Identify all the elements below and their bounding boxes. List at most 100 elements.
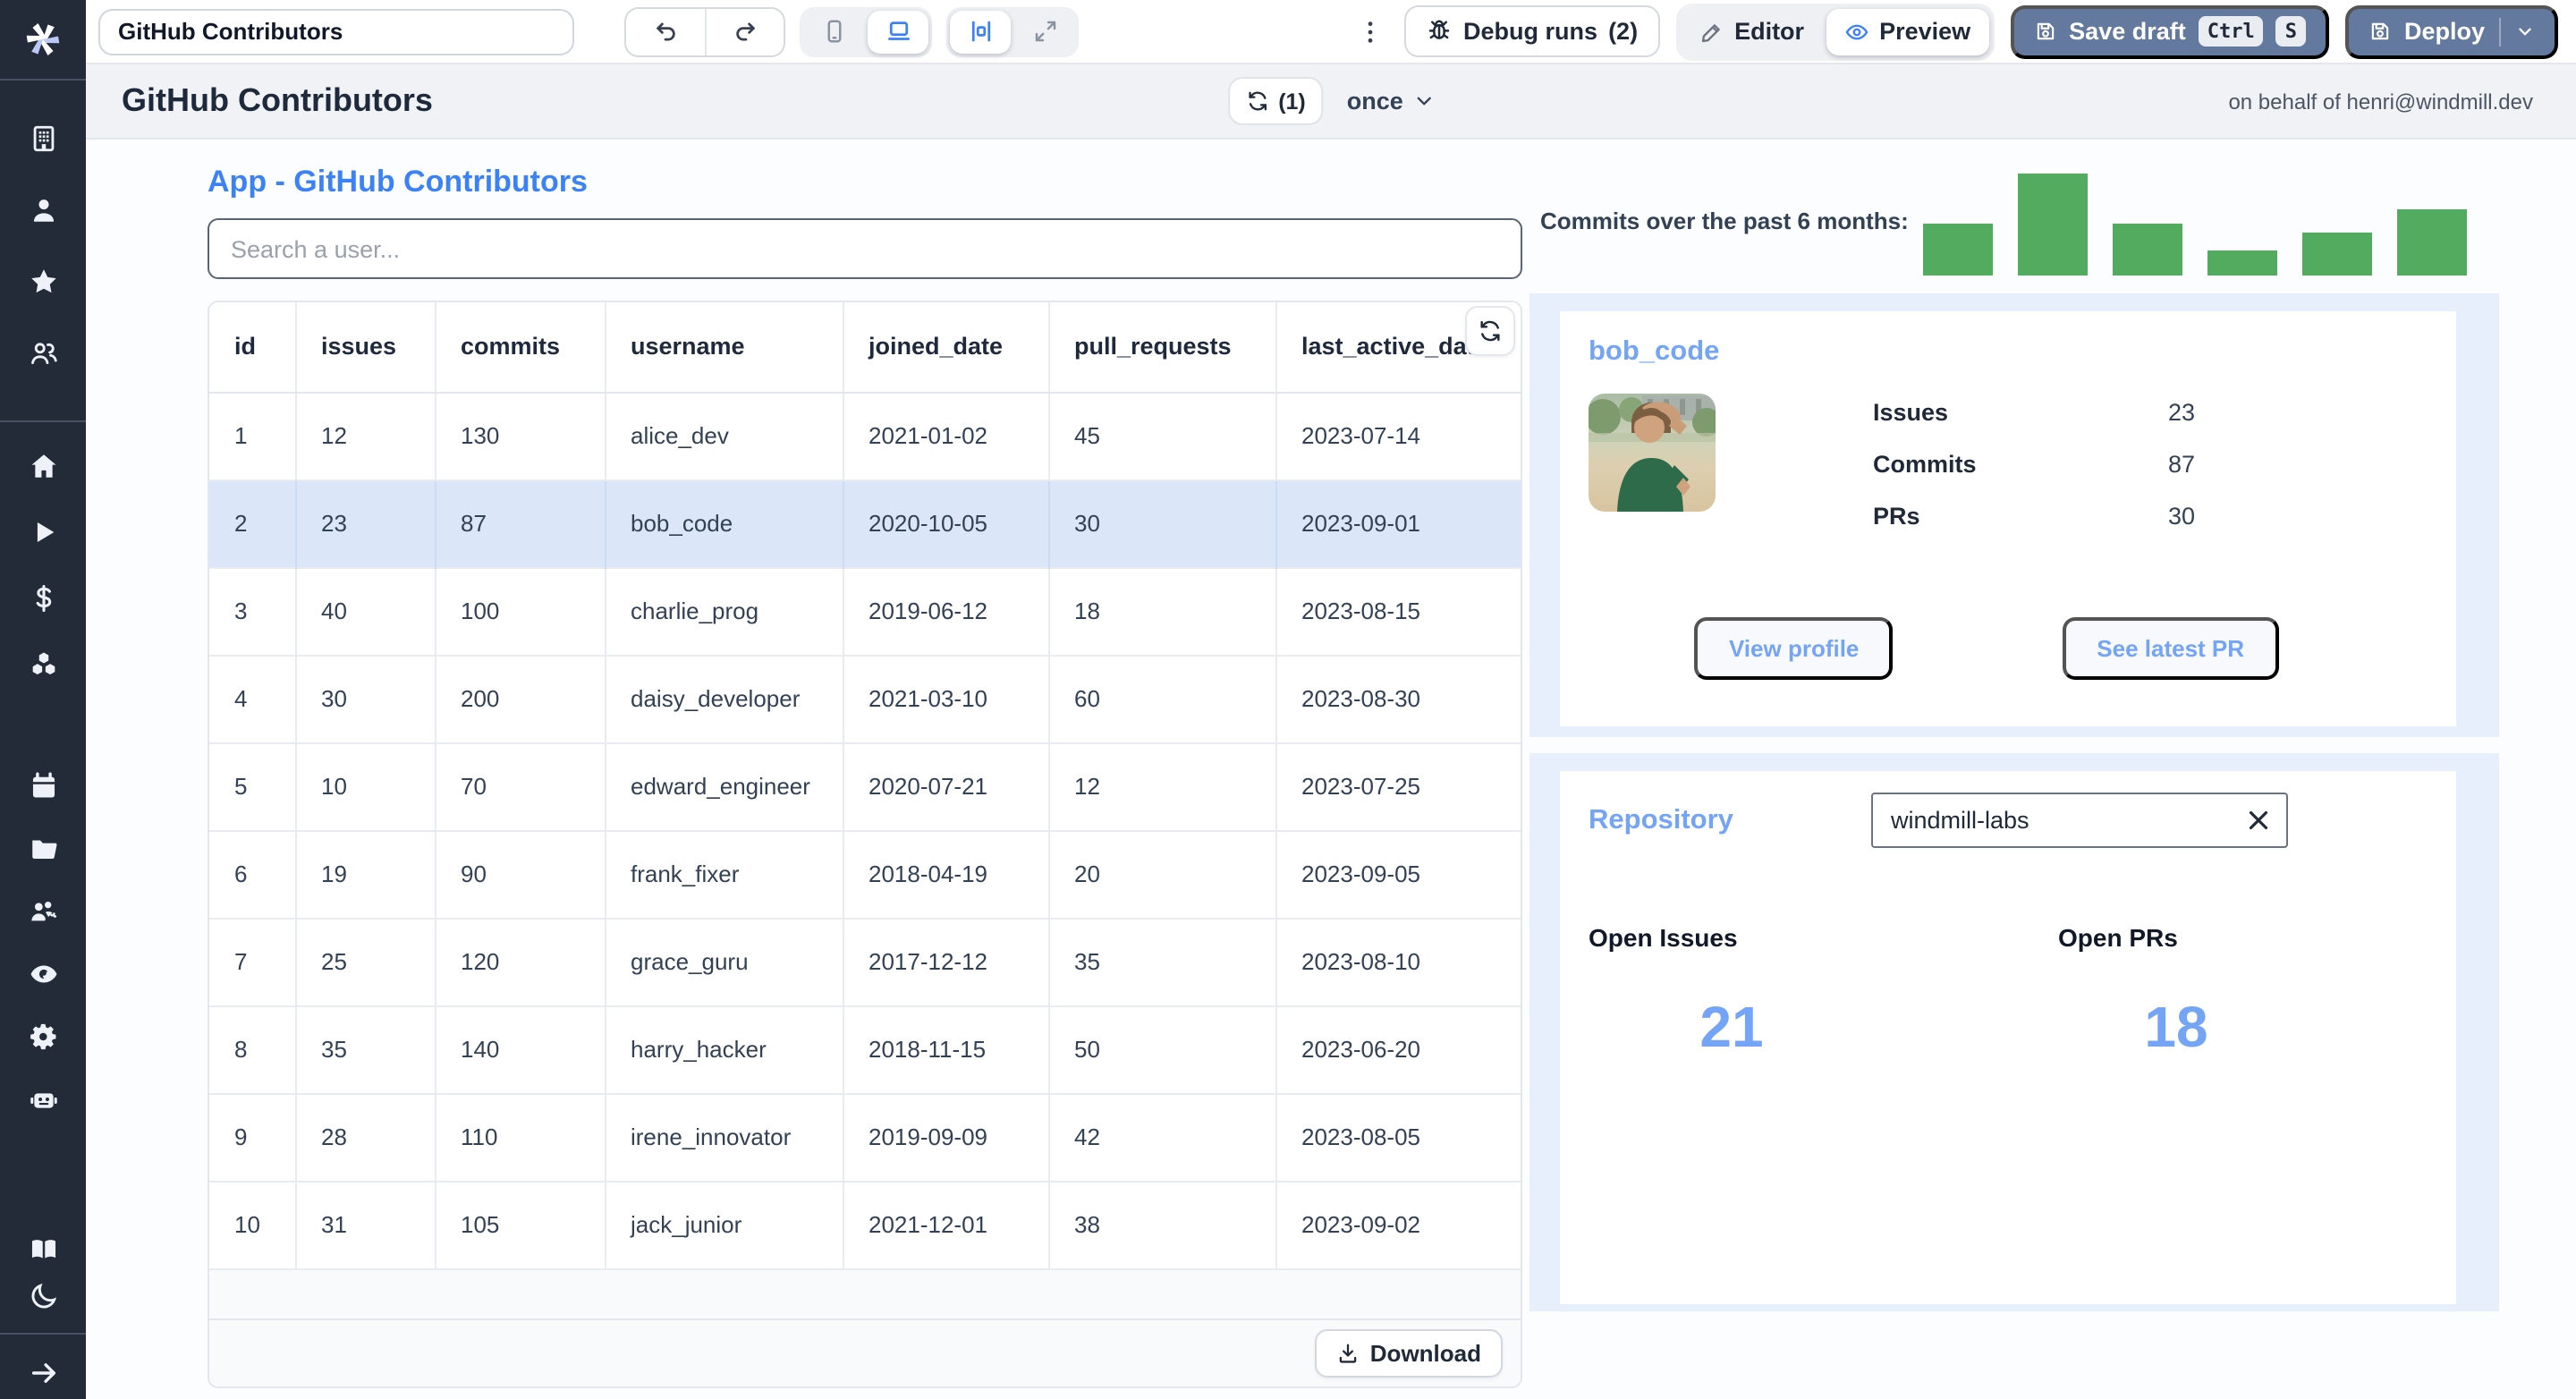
table-row[interactable]: 6 19 90 frank_fixer 2018-04-19 20 2023-09-05 [209, 829, 1521, 918]
sidebar-item-collapse-arrow[interactable] [0, 1345, 86, 1399]
redo-button[interactable] [705, 8, 784, 55]
column-header-username[interactable]: username [605, 302, 843, 393]
table-cell: 2021-12-01 [843, 1180, 1049, 1268]
editor-tab[interactable]: Editor [1681, 8, 1822, 55]
table-cell: bob_code [605, 479, 843, 567]
bug-icon [1428, 20, 1450, 39]
table-cell: harry_hacker [605, 1005, 843, 1093]
team-settings-icon [28, 896, 58, 927]
app-canvas: App - GitHub Contributors idissuescommit… [86, 140, 2576, 1399]
table-footer-spacer [209, 1268, 1521, 1318]
table-cell: 12 [1048, 742, 1276, 830]
column-header-id[interactable]: id [209, 302, 296, 393]
table-row[interactable]: 10 31 105 jack_junior 2021-12-01 38 2023-09-02 [209, 1180, 1521, 1268]
search-input[interactable] [208, 218, 1522, 279]
table-row[interactable]: 1 12 130 alice_dev 2021-01-02 45 2023-07-14 [209, 392, 1521, 479]
sidebar-item-team-settings[interactable] [0, 880, 86, 943]
table-row[interactable]: 7 25 120 grace_guru 2017-12-12 35 2023-08-10 [209, 917, 1521, 1005]
table-cell: 90 [435, 829, 606, 918]
table-cell: 23 [295, 479, 436, 567]
more-menu-button[interactable] [1356, 8, 1385, 55]
table-cell: 2020-10-05 [843, 479, 1049, 567]
download-button[interactable]: Download [1314, 1329, 1503, 1378]
sidebar-item-play[interactable] [0, 499, 86, 565]
refresh-schedule-select[interactable]: once [1347, 88, 1434, 114]
refresh-icon [1249, 91, 1267, 111]
sidebar-item-calendar[interactable] [0, 755, 86, 818]
phone-icon [826, 20, 841, 43]
windmill-logo[interactable] [0, 0, 86, 79]
sidebar-item-users[interactable] [0, 317, 86, 388]
sidebar-item-moon[interactable] [0, 1272, 86, 1318]
chart-bar [2302, 233, 2372, 276]
undo-button[interactable] [626, 8, 705, 55]
table-cell: 5 [209, 742, 296, 830]
save-icon [2036, 22, 2054, 40]
sidebar-item-gear[interactable] [0, 1005, 86, 1068]
table-header-row: id issues commits username joined_date pull_r… [209, 302, 1521, 393]
sidebar-item-star[interactable] [0, 245, 86, 317]
view-profile-button[interactable]: View profile [1694, 617, 1894, 680]
pencil-icon [1700, 23, 1719, 42]
sidebar-item-eye[interactable] [0, 943, 86, 1005]
open-issues-label: Open Issues [1589, 923, 1738, 952]
avatar-image [1589, 394, 1716, 512]
sidebar-item-building[interactable] [0, 102, 86, 174]
debug-runs-button[interactable]: Debug runs (2) [1404, 5, 1660, 57]
app-title-input[interactable] [98, 8, 574, 55]
table-cell: 2023-08-15 [1275, 566, 1521, 655]
clear-input-button[interactable] [2243, 805, 2274, 835]
table-refresh-button[interactable] [1465, 306, 1515, 356]
repository-input[interactable] [1871, 793, 2288, 848]
table-cell: 2019-06-12 [843, 566, 1049, 655]
editor-preview-segment: Editor Preview [1675, 3, 1995, 60]
mobile-view-toggle[interactable] [803, 10, 864, 53]
align-center-icon [970, 21, 990, 42]
table-cell: 28 [295, 1092, 436, 1181]
sidebar-item-book[interactable] [0, 1225, 86, 1272]
save-draft-button[interactable]: Save draft Ctrl S [2010, 4, 2329, 58]
contributors-table: id issues commits username joined_date pull_r… [208, 301, 1522, 1388]
open-issues-value: 21 [1699, 995, 1764, 1059]
preview-tab[interactable]: Preview [1826, 8, 1989, 55]
table-row[interactable]: 9 28 110 irene_innovator 2019-09-09 42 2023-08… [209, 1092, 1521, 1181]
column-header-joined_date[interactable]: joined_date [843, 302, 1049, 393]
sidebar-divider [0, 79, 86, 81]
column-header-pull_requests[interactable]: pull_requests [1048, 302, 1276, 393]
screenshot-root: Debug runs (2) Editor Preview [0, 0, 2576, 1399]
column-header-issues[interactable]: issues [295, 302, 436, 393]
chart-bar [1923, 224, 1993, 276]
sidebar-item-dollar[interactable] [0, 565, 86, 632]
table-cell: 130 [435, 392, 606, 479]
desktop-view-toggle[interactable] [868, 10, 928, 53]
table-cell: 100 [435, 566, 606, 655]
sidebar-item-cubes[interactable] [0, 632, 86, 698]
table-row[interactable]: 8 35 140 harry_hacker 2018-11-15 50 2023-06-20 [209, 1005, 1521, 1093]
kbd-ctrl: Ctrl [2198, 16, 2264, 47]
app-refresh-button[interactable]: (1) [1228, 77, 1324, 125]
button-divider [2499, 17, 2501, 46]
page-title: App - GitHub Contributors [208, 165, 588, 199]
table-cell: 2018-04-19 [843, 829, 1049, 918]
moon-icon [28, 1280, 58, 1310]
stat-label: Issues [1873, 399, 1949, 426]
table-row[interactable]: 2 23 87 bob_code 2020-10-05 30 2023-09-01 [209, 479, 1521, 567]
column-header-commits[interactable]: commits [435, 302, 606, 393]
commits-chart: Commits over the past 6 months: [1530, 161, 2499, 279]
sidebar-item-home[interactable] [0, 433, 86, 499]
table-row[interactable]: 5 10 70 edward_engineer 2020-07-21 12 2023-07-… [209, 742, 1521, 830]
table-row[interactable]: 3 40 100 charlie_prog 2019-06-12 18 2023-08-15 [209, 566, 1521, 655]
table-row[interactable]: 4 30 200 daisy_developer 2021-03-10 60 2023-08… [209, 654, 1521, 742]
sidebar-item-folder[interactable] [0, 818, 86, 880]
fullwidth-layout-toggle[interactable] [1014, 10, 1075, 53]
table-cell: 2019-09-09 [843, 1092, 1049, 1181]
deploy-button[interactable]: Deploy [2344, 4, 2558, 58]
table-cell: 25 [295, 917, 436, 1005]
sidebar-item-robot[interactable] [0, 1068, 86, 1131]
table-cell: 6 [209, 829, 296, 918]
play-icon [28, 517, 58, 547]
sidebar-item-user[interactable] [0, 174, 86, 245]
center-layout-toggle[interactable] [950, 10, 1011, 53]
layout-toggle-group [946, 6, 1079, 56]
see-latest-pr-button[interactable]: See latest PR [2063, 617, 2279, 680]
